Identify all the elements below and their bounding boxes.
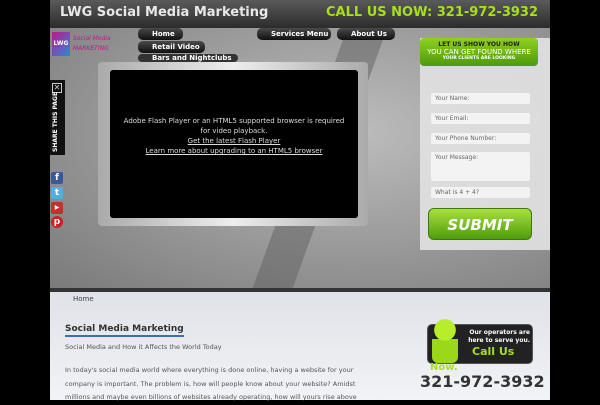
form-head-line1: LET US SHOW YOU HOW — [438, 41, 520, 48]
facebook-icon[interactable]: f — [51, 172, 63, 184]
menu-retail-video[interactable]: Retail Video — [138, 41, 205, 53]
site-header: LWG Social Media Marketing CALL US NOW: … — [50, 0, 550, 28]
menu-bars-video[interactable]: Bars and Nightclubs Video — [138, 54, 238, 62]
share-label: SHARE THIS PAGE — [52, 91, 59, 152]
contact-form: LET US SHOW YOU HOW YOU CAN GET FOUND WH… — [420, 38, 550, 250]
submit-button[interactable]: SUBMIT — [428, 208, 532, 240]
get-flash-link[interactable]: Get the latest Flash Player — [118, 136, 350, 146]
menu-services[interactable]: Services Menu — [257, 28, 331, 40]
menu-home[interactable]: Home — [138, 28, 183, 40]
form-head-line2: YOU CAN GET FOUND WHERE — [427, 48, 531, 56]
email-input[interactable]: Your Email: — [431, 113, 530, 124]
page-subtitle: Social Media and How it Affects the Worl… — [65, 343, 222, 351]
site-title[interactable]: LWG Social Media Marketing — [60, 5, 268, 20]
hero: LWG Social Media MARKETING Home Retail V… — [50, 28, 550, 288]
page-title: Social Media Marketing — [65, 324, 184, 337]
flash-message: Adobe Flash Player or an HTML5 supported… — [123, 117, 345, 135]
captcha-input[interactable]: What is 4 + 4? — [431, 187, 530, 198]
logo[interactable]: LWG Social Media MARKETING — [52, 32, 114, 58]
call-now-banner: CALL US NOW: 321-972-3932 — [326, 5, 538, 20]
video-frame: Adobe Flash Player or an HTML5 supported… — [98, 62, 368, 226]
operator-icon — [432, 319, 458, 363]
now-label: Now. — [430, 362, 458, 373]
phone-input[interactable]: Your Phone Number: — [431, 133, 530, 144]
pinterest-icon[interactable]: p — [51, 216, 63, 228]
name-input[interactable]: Your Name: — [431, 93, 530, 104]
breadcrumb-home[interactable]: Home — [73, 295, 94, 303]
main-content: Home Social Media Marketing Social Media… — [50, 292, 550, 401]
menu-about[interactable]: About Us — [337, 28, 395, 40]
call-us-widget[interactable]: Our operators are here to serve you. Cal… — [427, 319, 533, 364]
twitter-icon[interactable]: t — [51, 187, 63, 199]
logo-badge: LWG — [52, 32, 70, 56]
phone-number: 321-972-3932 — [420, 372, 545, 391]
message-input[interactable]: Your Message: — [431, 152, 530, 181]
logo-text: Social Media MARKETING — [73, 35, 111, 52]
form-header: LET US SHOW YOU HOW YOU CAN GET FOUND WH… — [420, 38, 538, 66]
form-head-line3: YOUR CLIENTS ARE LOOKING — [442, 56, 516, 61]
intro-paragraph: In today's social media world where ever… — [65, 366, 357, 401]
share-tab[interactable]: ✕ SHARE THIS PAGE — [50, 80, 65, 155]
youtube-icon[interactable]: ▶ — [51, 202, 63, 214]
operators-text: Our operators are here to serve you. — [468, 329, 530, 344]
call-us-label: Call Us — [472, 345, 515, 358]
video-player[interactable]: Adobe Flash Player or an HTML5 supported… — [110, 70, 358, 218]
html5-upgrade-link[interactable]: Learn more about upgrading to an HTML5 b… — [118, 146, 350, 156]
logo-badge-text: LWG — [53, 40, 69, 47]
